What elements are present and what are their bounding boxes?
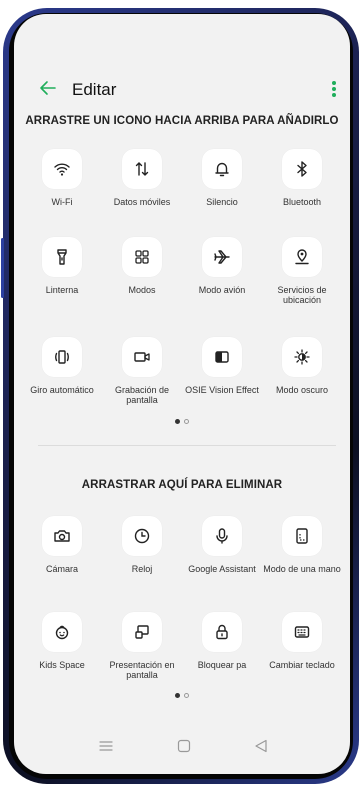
tile-label: Reloj: [131, 564, 153, 574]
wifi-icon: [54, 163, 70, 176]
tile-label: Wi-Fi: [51, 197, 73, 207]
tile-label: Modo de una mano: [263, 564, 341, 574]
page-title: Editar: [72, 80, 117, 99]
tile-label: Giro automático: [30, 385, 94, 395]
tile-location[interactable]: Servicios de ubicación: [262, 237, 342, 305]
modes-grid-icon: [135, 250, 149, 264]
tile-dark-mode[interactable]: Modo oscuro: [262, 337, 342, 395]
one-hand-icon: [296, 528, 308, 544]
tile-label: Modo oscuro: [275, 385, 329, 395]
screen-cast-icon: [135, 625, 149, 639]
tile-lock-screen[interactable]: Bloquear pa: [182, 612, 262, 670]
tile-label: Cámara: [45, 564, 78, 574]
section-divider: [38, 445, 336, 446]
page-dot-active: [175, 693, 180, 698]
tile-wifi[interactable]: Wi-Fi: [22, 149, 102, 207]
volume-button: [1, 238, 4, 298]
tile-label: Presentación en pantalla: [109, 660, 175, 680]
tile-google-assistant[interactable]: Google Assistant: [182, 516, 262, 574]
auto-rotate-icon: [55, 350, 69, 364]
camera-icon: [54, 530, 70, 542]
tile-screen-cast[interactable]: Presentación en pantalla: [102, 612, 182, 680]
location-icon: [295, 249, 309, 265]
page-dot-active: [175, 419, 180, 424]
kids-face-icon: [55, 625, 69, 640]
tile-label: Bluetooth: [282, 197, 322, 207]
tile-silence[interactable]: Silencio: [182, 149, 262, 207]
header: Editar: [14, 78, 350, 106]
navigation-bar: [14, 738, 350, 762]
tile-label: Kids Space: [39, 660, 85, 670]
tile-screen-record[interactable]: Grabación de pantalla: [102, 337, 182, 405]
add-section-title: ARRASTRE UN ICONO HACIA ARRIBA PARA AÑAD…: [25, 115, 339, 127]
add-page-indicator: [14, 411, 350, 429]
menu-icon[interactable]: [98, 738, 114, 759]
tile-change-keyboard[interactable]: Cambiar teclado: [262, 612, 342, 670]
tile-vision-effect[interactable]: OSIE Vision Effect: [182, 337, 262, 395]
bluetooth-icon: [297, 161, 307, 177]
tile-label: Google Assistant: [188, 564, 256, 574]
tile-label: Cambiar teclado: [269, 660, 335, 670]
dark-mode-icon: [294, 349, 310, 365]
remove-section-title: ARRASTRAR AQUÍ PARA ELIMINAR: [81, 479, 283, 491]
more-vertical-icon[interactable]: [332, 81, 336, 99]
vision-effect-icon: [215, 351, 229, 363]
tile-label: Silencio: [206, 197, 238, 207]
tile-label: OSIE Vision Effect: [185, 385, 259, 395]
tile-one-hand[interactable]: Modo de una mano: [262, 516, 342, 574]
tile-label: Bloquear pa: [197, 660, 247, 670]
tile-mobile-data[interactable]: Datos móviles: [102, 149, 182, 207]
mobile-data-icon: [135, 162, 149, 176]
flashlight-icon: [57, 249, 67, 265]
bell-icon: [215, 162, 229, 177]
lock-icon: [216, 624, 228, 640]
tile-kids-space[interactable]: Kids Space: [22, 612, 102, 670]
back-triangle-icon[interactable]: [253, 738, 269, 759]
tile-label: Modo avión: [198, 285, 246, 295]
airplane-icon: [214, 250, 230, 264]
tile-bluetooth[interactable]: Bluetooth: [262, 149, 342, 207]
screen: Editar ARRASTRE UN ICONO HACIA ARRIBA PA…: [14, 14, 350, 774]
screen-record-icon: [134, 352, 150, 362]
tile-modes[interactable]: Modos: [102, 237, 182, 295]
tile-label: Servicios de ubicación: [277, 285, 327, 305]
tile-camera[interactable]: Cámara: [22, 516, 102, 574]
page-dot-inactive: [184, 419, 189, 424]
tile-clock[interactable]: Reloj: [102, 516, 182, 574]
arrow-left-icon[interactable]: [38, 78, 58, 104]
remove-page-indicator: [14, 685, 350, 703]
tile-auto-rotate[interactable]: Giro automático: [22, 337, 102, 395]
microphone-icon: [216, 528, 228, 544]
tile-airplane[interactable]: Modo avión: [182, 237, 262, 295]
tile-label: Grabación de pantalla: [114, 385, 170, 405]
keyboard-icon: [294, 626, 310, 638]
tile-label: Modos: [128, 285, 156, 295]
page-dot-inactive: [184, 693, 189, 698]
home-icon[interactable]: [176, 738, 192, 759]
tile-label: Datos móviles: [113, 197, 171, 207]
tile-flashlight[interactable]: Linterna: [22, 237, 102, 295]
clock-icon: [134, 528, 150, 544]
tile-label: Linterna: [45, 285, 79, 295]
